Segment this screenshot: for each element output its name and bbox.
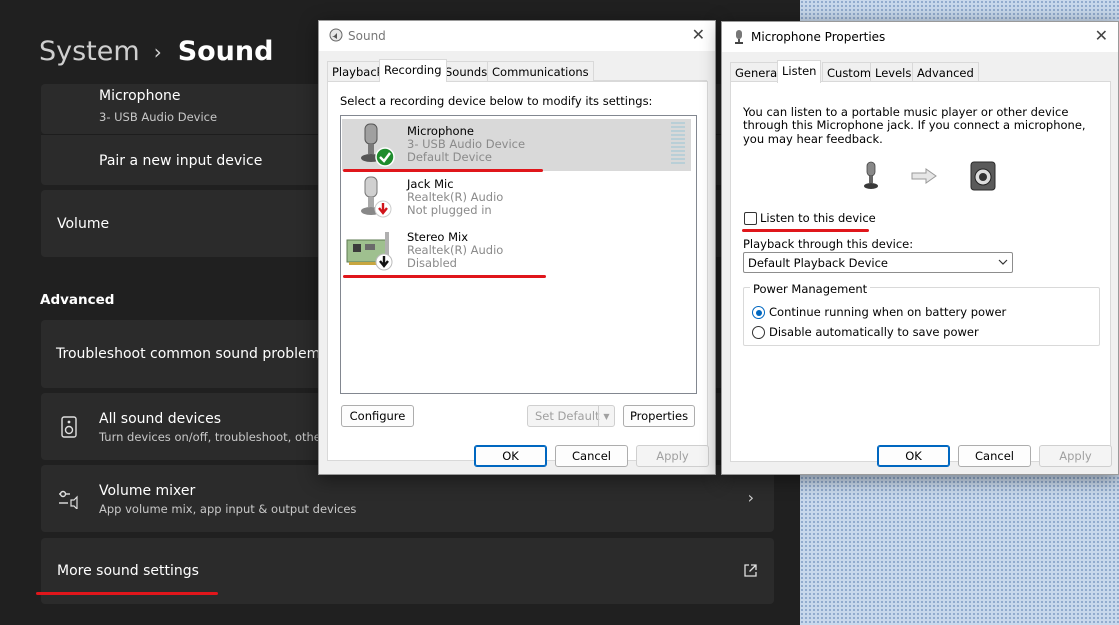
breadcrumb: System › Sound bbox=[39, 34, 273, 70]
device-driver: Realtek(R) Audio bbox=[407, 190, 504, 204]
configure-button[interactable]: Configure bbox=[341, 405, 414, 427]
power-management-legend: Power Management bbox=[750, 282, 871, 296]
continue-running-label[interactable]: Continue running when on battery power bbox=[769, 305, 1006, 319]
disable-auto-radio[interactable] bbox=[752, 326, 765, 339]
cancel-button[interactable]: Cancel bbox=[555, 445, 628, 467]
microphone-card-title: Microphone bbox=[99, 88, 181, 104]
external-link-icon bbox=[744, 564, 757, 577]
playback-device-select[interactable]: Default Playback Device bbox=[743, 252, 1013, 273]
tab-advanced[interactable]: Advanced bbox=[912, 62, 979, 82]
apply-button: Apply bbox=[636, 445, 709, 467]
volume-mixer-row[interactable]: Volume mixer App volume mix, app input &… bbox=[41, 465, 774, 532]
device-name: Microphone bbox=[407, 124, 474, 138]
microphone-properties-dialog: Microphone Properties ✕ General Listen C… bbox=[721, 21, 1119, 475]
playback-device-value: Default Playback Device bbox=[748, 256, 888, 270]
microphone-icon bbox=[361, 123, 395, 167]
device-status: Not plugged in bbox=[407, 203, 492, 217]
more-sound-settings-label: More sound settings bbox=[57, 563, 199, 579]
speaker-icon bbox=[970, 161, 996, 191]
device-item-jack-mic[interactable]: Jack Mic Realtek(R) Audio Not plugged in bbox=[342, 172, 691, 224]
listen-checkbox-label[interactable]: Listen to this device bbox=[760, 211, 876, 225]
pair-input-device-label: Pair a new input device bbox=[99, 153, 263, 169]
sound-dialog: Sound ✕ Playback Recording Sounds Commun… bbox=[318, 20, 716, 475]
sound-card-icon bbox=[346, 232, 393, 271]
device-driver: 3- USB Audio Device bbox=[407, 137, 526, 151]
microphone-icon bbox=[864, 161, 878, 189]
tab-custom[interactable]: Custom bbox=[822, 62, 877, 82]
device-name: Jack Mic bbox=[407, 177, 454, 191]
tab-listen[interactable]: Listen bbox=[777, 60, 822, 83]
annotation-underline bbox=[742, 229, 869, 232]
level-meter bbox=[671, 122, 685, 164]
close-icon[interactable]: ✕ bbox=[692, 25, 705, 44]
breadcrumb-system[interactable]: System bbox=[39, 34, 140, 70]
volume-mixer-subtitle: App volume mix, app input & output devic… bbox=[99, 502, 357, 516]
volume-mixer-title: Volume mixer bbox=[99, 483, 196, 499]
sound-app-icon bbox=[329, 28, 343, 42]
chevron-down-icon: ▼ bbox=[598, 406, 614, 426]
device-name: Stereo Mix bbox=[407, 230, 469, 244]
sound-dialog-title: Sound bbox=[348, 29, 386, 43]
page-title: Sound bbox=[177, 36, 274, 67]
annotation-underline bbox=[343, 275, 546, 278]
device-item-stereo-mix[interactable]: Stereo Mix Realtek(R) Audio Disabled bbox=[342, 225, 691, 277]
microphone-card-subtitle: 3- USB Audio Device bbox=[99, 110, 218, 124]
mic-props-title: Microphone Properties bbox=[751, 30, 886, 44]
microphone-icon bbox=[735, 30, 743, 44]
tab-recording[interactable]: Recording bbox=[379, 59, 447, 82]
tab-sounds[interactable]: Sounds bbox=[440, 61, 493, 81]
advanced-section-label: Advanced bbox=[40, 292, 115, 308]
recording-tab-panel: Select a recording device below to modif… bbox=[327, 81, 708, 461]
sound-dialog-titlebar[interactable]: Sound ✕ bbox=[319, 21, 715, 51]
properties-button[interactable]: Properties bbox=[623, 405, 695, 427]
tab-levels[interactable]: Levels bbox=[870, 62, 917, 82]
arrow-right-icon bbox=[911, 168, 937, 184]
playback-through-label: Playback through this device: bbox=[743, 237, 914, 251]
power-management-group: Power Management Continue running when o… bbox=[743, 282, 1100, 346]
listen-tab-panel: You can listen to a portable music playe… bbox=[730, 81, 1111, 462]
ok-button[interactable]: OK bbox=[877, 445, 950, 467]
volume-label: Volume bbox=[57, 216, 110, 232]
device-item-microphone[interactable]: Microphone 3- USB Audio Device Default D… bbox=[342, 119, 691, 171]
speaker-icon bbox=[61, 416, 77, 438]
cancel-button[interactable]: Cancel bbox=[958, 445, 1031, 467]
microphone-icon bbox=[361, 176, 392, 218]
listen-description: You can listen to a portable music playe… bbox=[743, 105, 1086, 146]
device-driver: Realtek(R) Audio bbox=[407, 243, 504, 257]
device-status: Disabled bbox=[407, 256, 457, 270]
device-status: Default Device bbox=[407, 150, 493, 164]
mixer-icon bbox=[59, 490, 78, 509]
recording-device-list: Microphone 3- USB Audio Device Default D… bbox=[340, 115, 697, 394]
set-default-button: Set Default ▼ bbox=[527, 405, 615, 427]
chevron-right-icon: › bbox=[747, 488, 754, 507]
apply-button: Apply bbox=[1039, 445, 1112, 467]
close-icon[interactable]: ✕ bbox=[1095, 26, 1108, 45]
annotation-underline bbox=[36, 592, 218, 595]
continue-running-radio[interactable] bbox=[752, 306, 765, 319]
set-default-label: Set Default bbox=[535, 409, 600, 423]
all-sound-devices-title: All sound devices bbox=[99, 411, 222, 427]
mic-props-tabs: General Listen Custom Levels Advanced bbox=[730, 60, 1110, 83]
listen-checkbox[interactable] bbox=[744, 212, 757, 225]
all-sound-devices-subtitle: Turn devices on/off, troubleshoot, other bbox=[99, 430, 326, 444]
instruction-text: Select a recording device below to modif… bbox=[340, 94, 653, 108]
troubleshoot-label: Troubleshoot common sound problems bbox=[56, 346, 328, 362]
chevron-right-icon: › bbox=[153, 40, 162, 64]
disable-auto-label[interactable]: Disable automatically to save power bbox=[769, 325, 979, 339]
ok-button[interactable]: OK bbox=[474, 445, 547, 467]
sound-tabs: Playback Recording Sounds Communications bbox=[327, 59, 707, 82]
chevron-down-icon bbox=[998, 259, 1008, 265]
mic-props-titlebar[interactable]: Microphone Properties ✕ bbox=[722, 22, 1118, 52]
tab-communications[interactable]: Communications bbox=[487, 61, 594, 81]
